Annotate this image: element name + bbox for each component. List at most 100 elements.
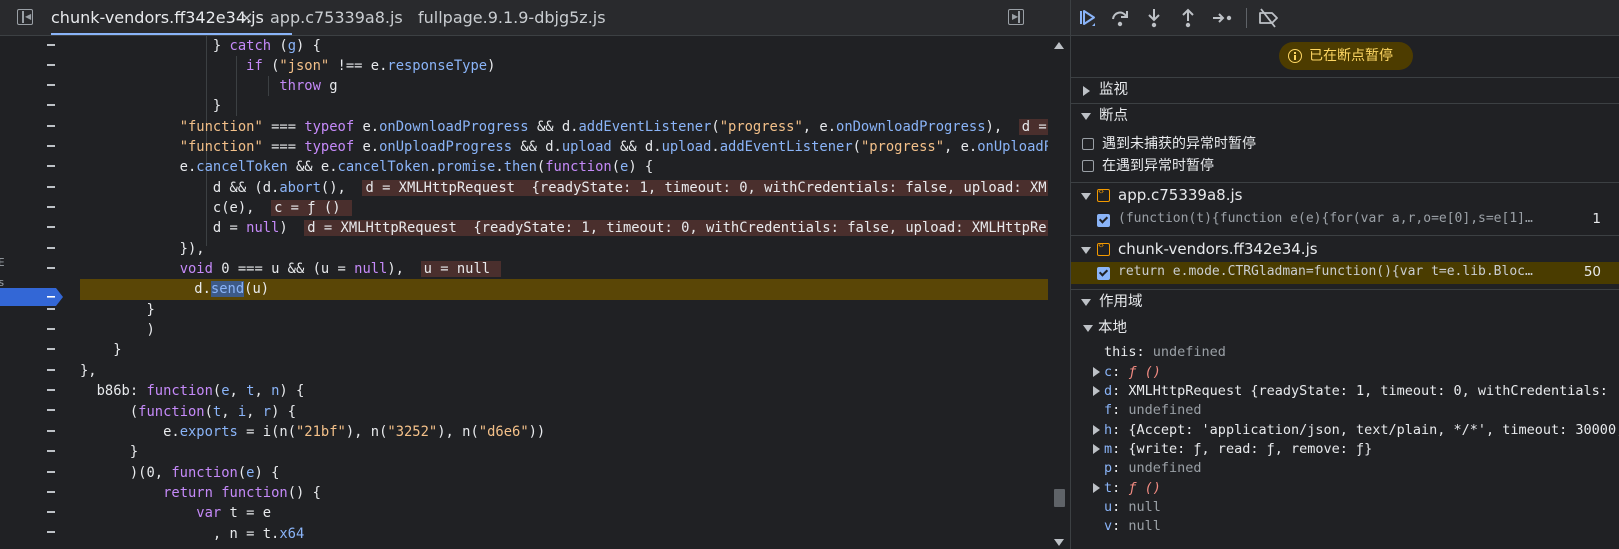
code-line: } catch (g) { [80,38,321,54]
code-line: var t = e [196,505,272,521]
step-out-icon[interactable] [1176,6,1200,30]
scope-key: m [1104,441,1113,457]
chevron-down-icon[interactable] [1081,193,1091,200]
editor-pane: ◀ chunk-vendors.ff342e34.js × app.c75339… [0,0,1070,549]
code-line: d && (d.abort(), d = XMLHttpRequest {rea… [80,178,1048,199]
info-icon [1288,49,1302,63]
breakpoint-checkbox[interactable] [1097,214,1110,227]
toggle-debugger-icon[interactable]: ▶ [1006,7,1026,27]
toggle-navigator-icon[interactable]: ◀ [15,7,35,27]
scope-local-header[interactable]: 本地 [1071,316,1619,341]
scope-var[interactable]: this: undefined [1071,342,1619,362]
step-over-icon[interactable] [1108,6,1132,30]
scope-value: undefined [1128,402,1202,418]
code-line: throw g [279,78,338,94]
scope-value: ƒ () [1128,364,1161,380]
code-line: d = null) d = XMLHttpRequest {readyState… [80,218,1048,239]
step-icon[interactable] [1210,6,1234,30]
code-line: e.exports = i(n("21bf"), n("3252"), n("d… [80,424,546,440]
scope-key: this [1104,344,1137,360]
breakpoint-code[interactable]: (function(t){function e(e){for(var a,r,o… [1118,211,1538,226]
scope-var[interactable]: c: ƒ () [1071,362,1619,382]
section-title: 断点 [1099,108,1128,124]
scope-var[interactable]: p: undefined [1071,458,1619,478]
code-line: }, [80,363,97,379]
code-line-paused: d.send(u) [80,279,1048,300]
chevron-right-icon [1093,425,1100,435]
edge-glyph: E [0,256,5,269]
scope-key: f [1104,402,1113,418]
scope-key: c [1104,364,1113,380]
code-line: } [80,342,122,358]
scope-value: XMLHttpRequest {readyState: 1, timeout: … [1128,383,1608,399]
scope-var[interactable]: m: {write: ƒ, read: ƒ, remove: ƒ} [1071,439,1619,459]
scroll-up-icon[interactable] [1054,42,1064,49]
code-line: "function" === typeof e.onDownloadProgre… [80,117,1048,138]
breakpoint-line-number: 50 [1583,264,1601,280]
scope-var[interactable]: t: ƒ () [1071,478,1619,498]
debugger-toolbar [1071,0,1619,36]
chevron-right-icon [1093,367,1100,377]
section-breakpoints[interactable]: 断点 [1071,103,1619,129]
scope-var[interactable]: f: undefined [1071,400,1619,420]
paused-banner: 已在断点暂停 [1279,42,1413,70]
section-scope[interactable]: 作用域 [1071,289,1619,315]
scope-var[interactable]: u: null [1071,497,1619,517]
scroll-thumb[interactable] [1054,489,1065,507]
scope-var[interactable]: v: null [1071,516,1619,536]
tab-fullpage[interactable]: fullpage.9.1.9-dbjg5z.js [418,0,606,35]
scope-var[interactable]: h: {Accept: 'application/json, text/plai… [1071,420,1619,440]
deactivate-breakpoints-icon[interactable] [1256,6,1280,30]
scope-value: null [1128,518,1161,534]
editor-tab-bar: ◀ chunk-vendors.ff342e34.js × app.c75339… [0,0,1070,36]
breakpoint-line-number: 1 [1592,211,1601,227]
breakpoint-code[interactable]: return e.mode.CTRGladman=function(){var … [1118,264,1538,279]
section-watch[interactable]: 监视 [1071,77,1619,103]
chevron-down-icon[interactable] [1081,247,1091,254]
code-line: void 0 === u && (u = null), u = null [80,259,502,280]
debugger-pane: 已在断点暂停 监视 断点 遇到未捕获的异常时暂停 在遇到异常时暂停 app.c7… [1071,0,1619,549]
code-view[interactable]: } catch (g) { if ("json" !== e.responseT… [80,36,1048,549]
code-line: (function(t, i, r) { [80,404,297,420]
code-line: )(0, function(e) { [80,465,280,481]
scope-key: t [1104,480,1113,496]
file-icon [1097,240,1110,256]
code-line: } [80,302,155,318]
close-tab-icon[interactable]: × [240,0,253,35]
code-line: c(e), c = ƒ () [80,198,352,219]
scroll-down-icon[interactable] [1054,539,1064,546]
pause-caught-label: 在遇到异常时暂停 [1102,158,1214,174]
section-title: 作用域 [1099,294,1143,310]
breakpoint-marker[interactable] [0,287,64,307]
chevron-right-icon [1083,86,1090,96]
tab-label: fullpage.9.1.9-dbjg5z.js [418,8,606,27]
resume-icon[interactable] [1075,6,1099,30]
pause-uncaught-checkbox[interactable] [1082,138,1094,150]
pause-caught-checkbox[interactable] [1082,160,1094,172]
tab-app[interactable]: app.c75339a8.js [270,0,403,35]
code-line: , n = t.x64 [80,526,305,542]
section-title: 监视 [1099,82,1128,98]
file-icon [1097,186,1110,202]
scope-value: undefined [1128,460,1202,476]
code-line: return function() { [163,485,321,501]
scope-value: {write: ƒ, read: ƒ, remove: ƒ} [1128,441,1373,457]
scope-var[interactable]: d: XMLHttpRequest {readyState: 1, timeou… [1071,381,1619,401]
scope-value: ƒ () [1128,480,1161,496]
toolbar-separator [1246,8,1247,28]
code-line: } [80,444,139,460]
scope-value: undefined [1152,344,1226,360]
code-line: e.cancelToken && e.cancelToken.promise.t… [80,159,654,175]
breakpoint-checkbox[interactable] [1097,267,1110,280]
step-into-icon[interactable] [1142,6,1166,30]
code-line: b86b: function(e, t, n) { [80,383,305,399]
scope-value: {Accept: 'application/json, text/plain, … [1128,422,1619,438]
chevron-right-icon [1093,444,1100,454]
breakpoint-file-name: chunk-vendors.ff342e34.js [1118,240,1318,258]
editor-scrollbar[interactable] [1049,36,1070,549]
scope-key: p [1104,460,1113,476]
tab-chunk-vendors[interactable]: chunk-vendors.ff342e34.js [51,0,292,35]
code-line: }), [80,241,205,257]
chevron-right-icon [1093,386,1100,396]
chevron-down-icon [1081,299,1091,306]
